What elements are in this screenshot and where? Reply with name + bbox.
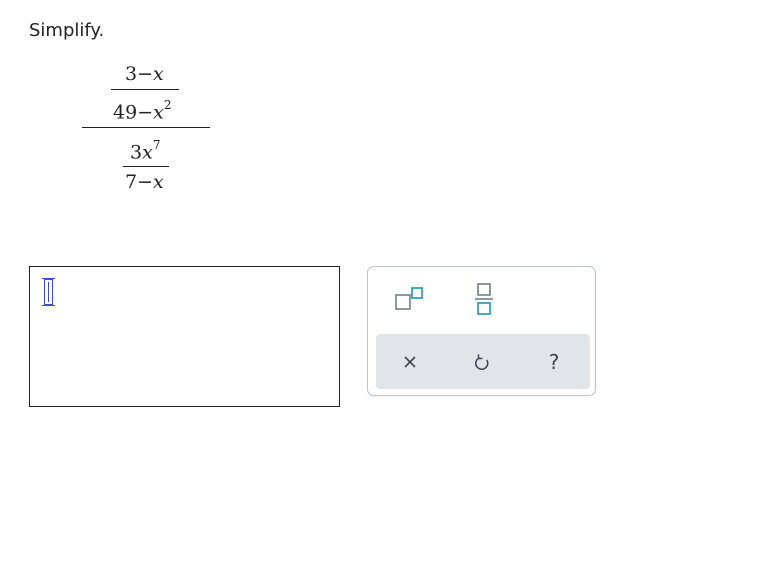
undo-button[interactable] [467, 348, 497, 376]
bottom-fraction-bar [123, 166, 169, 167]
math-tool-palette: ? [367, 266, 596, 396]
top-denominator: 49−x2 [113, 98, 172, 124]
close-icon [404, 356, 416, 368]
fraction-icon [475, 283, 493, 315]
superscript-button[interactable] [392, 286, 428, 314]
page: Simplify. 3−x 49−x2 3x7 7−x ? [0, 0, 772, 583]
prompt-text: Simplify. [29, 20, 105, 41]
help-button[interactable]: ? [539, 348, 569, 376]
input-cursor [42, 278, 55, 306]
help-icon: ? [548, 350, 560, 374]
action-bar: ? [376, 334, 590, 389]
superscript-icon [395, 287, 423, 310]
fraction-button[interactable] [471, 281, 497, 317]
bottom-denominator: 7−x [125, 171, 164, 193]
undo-icon [475, 354, 489, 370]
clear-button[interactable] [395, 348, 425, 376]
top-fraction-bar [111, 89, 179, 90]
answer-input[interactable] [29, 266, 340, 407]
main-fraction-bar [82, 127, 210, 128]
top-numerator: 3−x [125, 63, 164, 85]
bottom-numerator: 3x7 [130, 138, 161, 164]
